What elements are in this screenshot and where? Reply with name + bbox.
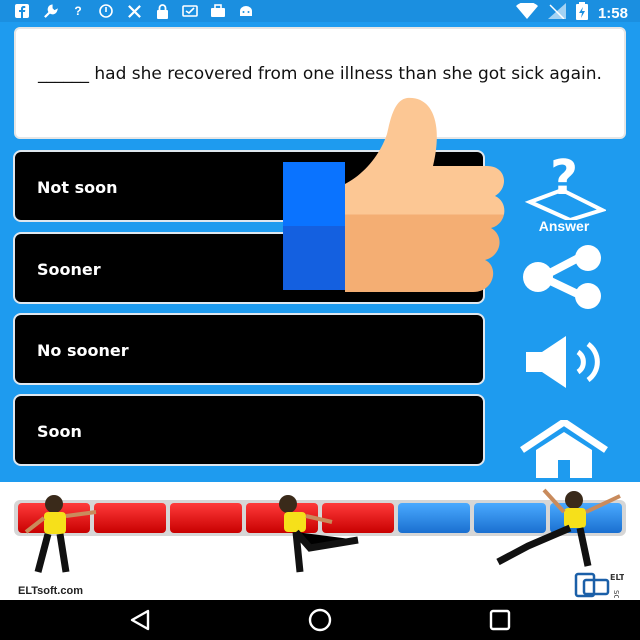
briefcase-icon: [210, 3, 226, 19]
svg-text:ELT: ELT: [610, 573, 624, 582]
dancer-figure-1: [24, 495, 97, 573]
sound-button[interactable]: [522, 334, 606, 390]
thumbs-up-icon: [283, 96, 515, 296]
question-mark-icon: ?: [524, 154, 606, 220]
ad-banner[interactable]: ELTsoft.com ELT SOFT: [0, 482, 640, 609]
question-icon: ?: [74, 4, 82, 18]
brand-text: ELTsoft.com: [18, 585, 83, 597]
dnd-icon: [98, 3, 114, 19]
tools-icon: [126, 3, 142, 19]
navigation-bar: [0, 600, 640, 640]
wifi-icon: [515, 1, 538, 24]
question-text: ______ had she recovered from one illnes…: [38, 64, 602, 84]
option-button-3[interactable]: No sooner: [13, 313, 485, 385]
clock: 1:58: [597, 5, 628, 22]
answer-label: Answer: [538, 218, 590, 234]
eltsoft-logo: ELT SOFT: [574, 568, 625, 609]
option-label: Sooner: [37, 260, 101, 279]
speaker-icon: [526, 336, 600, 388]
signal-icon: [547, 3, 566, 24]
progress-segment: [170, 503, 242, 533]
share-icon: [523, 245, 601, 309]
home-nav-icon[interactable]: [308, 608, 332, 637]
progress-segment: [398, 503, 470, 533]
wrench-icon: [42, 3, 58, 19]
svg-text:?: ?: [550, 154, 578, 206]
option-label: No sooner: [37, 341, 129, 360]
battery-icon: [575, 2, 588, 25]
recents-icon[interactable]: [488, 608, 512, 637]
answer-button[interactable]: ? Answer: [522, 154, 606, 234]
option-button-4[interactable]: Soon: [13, 394, 485, 466]
back-icon[interactable]: [128, 608, 152, 637]
status-bar: ? 1:58: [0, 0, 640, 22]
cast-icon: [182, 3, 198, 19]
lock-icon: [154, 3, 170, 19]
dancer-figure-3: [496, 488, 621, 567]
facebook-icon: [14, 3, 30, 19]
share-button[interactable]: [520, 244, 606, 310]
svg-text:SOFT: SOFT: [612, 590, 620, 598]
option-label: Not soon: [37, 178, 118, 197]
home-icon: [520, 420, 608, 478]
option-label: Soon: [37, 422, 82, 441]
home-button[interactable]: [518, 420, 610, 478]
dancer-figure-2: [279, 495, 359, 573]
android-icon: [238, 3, 254, 19]
